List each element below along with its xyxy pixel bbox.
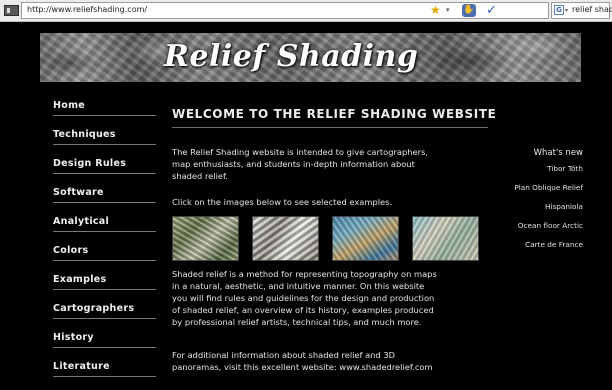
checkmark-icon[interactable]: ✓ [486,3,497,18]
nav-item-colors[interactable]: Colors [53,245,156,274]
whats-new-heading: What's new [533,148,583,158]
nav-item-label: Analytical [53,216,110,227]
whats-new-link[interactable]: Carte de France [514,240,583,259]
site-icon [4,5,19,16]
whats-new-link[interactable]: Plan Oblique Relief [514,183,583,202]
address-url: http://www.reliefshading.com/ [27,5,148,14]
star-icon[interactable]: ★ [430,4,441,17]
nav-item-label: Cartographers [53,303,135,314]
nav-item-home[interactable]: Home [53,100,156,129]
nav-item-label: Techniques [53,129,116,140]
browser-toolbar: http://www.reliefshading.com/ ★ ▾ ✋ ✓ G … [0,0,612,22]
example-thumbnail-1[interactable] [172,216,239,261]
nav-item-label: Design Rules [53,158,127,169]
nav-item-literature[interactable]: Literature [53,361,156,390]
whats-new-panel: What's new Tibor Tóth Plan Oblique Relie… [514,148,583,259]
nav-item-label: Software [53,187,104,198]
example-thumbnail-4[interactable] [412,216,479,261]
site-title: Relief Shading [164,39,419,74]
description-paragraph: Shaded relief is a method for representi… [172,269,437,327]
nav-item-cartographers[interactable]: Cartographers [53,303,156,332]
search-engine-dropdown-icon[interactable]: ▾ [565,7,568,14]
nav-item-software[interactable]: Software [53,187,156,216]
page-heading: WELCOME TO THE RELIEF SHADING WEBSITE [172,107,497,121]
nav-item-design-rules[interactable]: Design Rules [53,158,156,187]
search-query: relief shading [572,5,612,14]
banner: Relief Shading [40,33,581,82]
nav-item-techniques[interactable]: Techniques [53,129,156,158]
example-thumbnail-3[interactable] [332,216,399,261]
google-icon[interactable]: G [554,5,564,15]
whats-new-link[interactable]: Ocean floor Arctic [514,221,583,240]
nav-item-label: Literature [53,361,110,372]
images-instruction: Click on the images below to see selecte… [172,197,393,207]
intro-paragraph: The Relief Shading website is intended t… [172,147,429,181]
nav-item-examples[interactable]: Examples [53,274,156,303]
nav-item-label: History [53,332,94,343]
nav-item-label: Examples [53,274,107,285]
nav-item-history[interactable]: History [53,332,156,361]
heading-divider [172,127,488,128]
hand-icon[interactable]: ✋ [462,4,476,17]
search-box[interactable]: G ▾ relief shading [551,2,612,19]
dropdown-icon[interactable]: ▾ [446,6,450,14]
whats-new-link[interactable]: Hispaniola [514,202,583,221]
nav-item-analytical[interactable]: Analytical [53,216,156,245]
example-thumbnail-2[interactable] [252,216,319,261]
address-bar[interactable]: http://www.reliefshading.com/ ★ ▾ ✋ ✓ [21,2,549,19]
whats-new-link[interactable]: Tibor Tóth [514,164,583,183]
main-nav: Home Techniques Design Rules Software An… [53,100,156,390]
nav-item-label: Colors [53,245,89,256]
nav-item-label: Home [53,100,86,111]
additional-info-paragraph: For additional information about shaded … [172,350,433,372]
